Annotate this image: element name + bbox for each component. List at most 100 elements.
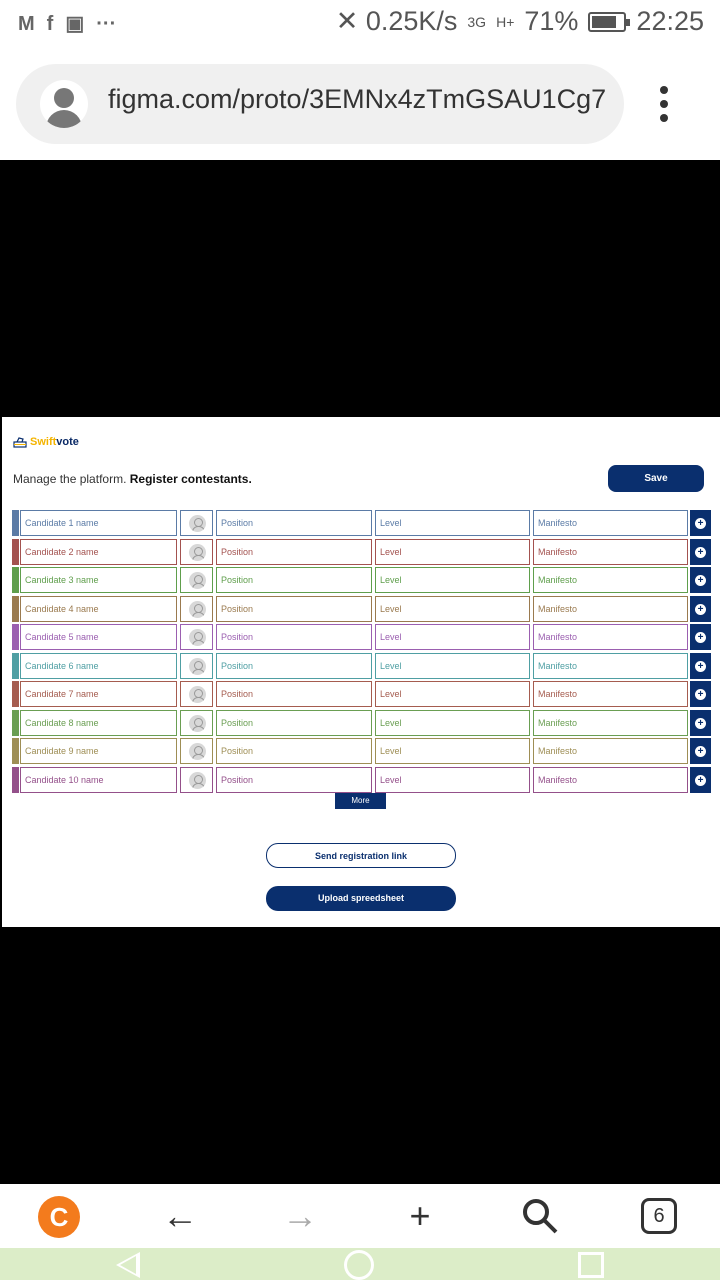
android-nav-bar [0,1248,720,1280]
candidate-name-field[interactable]: Candidate 9 name [20,738,177,764]
candidate-photo-field[interactable] [180,595,213,622]
position-field[interactable]: Position [216,595,372,622]
level-field[interactable]: Level [375,766,530,793]
row-color-bar [12,652,19,679]
add-candidate-button[interactable]: + [690,766,711,793]
candidate-name-field[interactable]: Candidate 2 name [20,538,177,565]
avatar-icon [189,629,206,646]
position-field[interactable]: Position [216,652,372,679]
level-field[interactable]: Level [375,681,530,707]
manifesto-field[interactable]: Manifesto [533,510,688,536]
candidate-name-field[interactable]: Candidate 8 name [20,709,177,736]
position-field[interactable]: Position [216,510,372,536]
browser-logo-icon[interactable]: C [38,1196,80,1238]
level-field[interactable]: Level [375,738,530,764]
url-text[interactable]: figma.com/proto/3EMNx4zTmGSAU1Cg7 [108,84,606,115]
candidate-photo-field[interactable] [180,652,213,679]
save-button[interactable]: Save [608,465,704,492]
position-field[interactable]: Position [216,538,372,565]
brand-first: Swift [30,436,57,448]
candidate-photo-field[interactable] [180,681,213,707]
manifesto-field[interactable]: Manifesto [533,652,688,679]
add-candidate-button[interactable]: + [690,709,711,736]
plus-icon: + [695,632,706,643]
candidate-name-field[interactable]: Candidate 10 name [20,766,177,793]
address-bar[interactable]: figma.com/proto/3EMNx4zTmGSAU1Cg7 [16,64,624,144]
candidate-name-field[interactable]: Candidate 6 name [20,652,177,679]
add-candidate-button[interactable]: + [690,624,711,650]
send-registration-link-button[interactable]: Send registration link [266,843,456,868]
candidate-photo-field[interactable] [180,766,213,793]
position-field[interactable]: Position [216,624,372,650]
level-field[interactable]: Level [375,567,530,593]
row-color-bar [12,766,19,793]
browser-menu-icon[interactable] [656,86,672,130]
plus-icon: + [695,518,706,529]
manifesto-field[interactable]: Manifesto [533,681,688,707]
add-candidate-button[interactable]: + [690,538,711,565]
upload-spreadsheet-button[interactable]: Upload spreedsheet [266,886,456,911]
forward-arrow-icon[interactable]: → [278,1196,322,1236]
candidate-name-field[interactable]: Candidate 7 name [20,681,177,707]
manifesto-field[interactable]: Manifesto [533,738,688,764]
candidate-photo-field[interactable] [180,738,213,764]
browser-bottom-bar: C ← → + 6 [0,1184,720,1248]
search-icon[interactable] [518,1196,562,1236]
phone-screen: M f ▣ ··· ✕ 0.25K/s 3G H+ 71% 22:25 figm… [0,0,720,1280]
add-candidate-button[interactable]: + [690,738,711,764]
candidate-photo-field[interactable] [180,567,213,593]
new-tab-icon[interactable]: + [398,1196,442,1236]
candidate-row: Candidate 7 name Position Level Manifesto + [12,681,712,707]
gallery-icon: ▣ [65,13,85,35]
add-candidate-button[interactable]: + [690,510,711,536]
add-candidate-button[interactable]: + [690,652,711,679]
more-button[interactable]: More [335,793,386,809]
candidate-photo-field[interactable] [180,510,213,536]
candidate-photo-field[interactable] [180,624,213,650]
candidate-photo-field[interactable] [180,538,213,565]
status-bar: M f ▣ ··· ✕ 0.25K/s 3G H+ 71% 22:25 [0,0,720,50]
add-candidate-button[interactable]: + [690,595,711,622]
level-field[interactable]: Level [375,510,530,536]
swiftvote-logo: Swift vote [13,436,79,448]
level-field[interactable]: Level [375,709,530,736]
avatar-icon [189,743,206,760]
tabs-count-button[interactable]: 6 [641,1198,677,1234]
network1-label: 3G [467,13,487,30]
candidate-name-field[interactable]: Candidate 4 name [20,595,177,622]
add-candidate-button[interactable]: + [690,567,711,593]
candidate-name-field[interactable]: Candidate 3 name [20,567,177,593]
manifesto-field[interactable]: Manifesto [533,538,688,565]
manifesto-field[interactable]: Manifesto [533,567,688,593]
plus-icon: + [695,660,706,672]
level-field[interactable]: Level [375,538,530,565]
manifesto-field[interactable]: Manifesto [533,709,688,736]
level-field[interactable]: Level [375,624,530,650]
candidate-name-field[interactable]: Candidate 1 name [20,510,177,536]
position-field[interactable]: Position [216,567,372,593]
intro-text: Manage the platform. [13,472,127,486]
manifesto-field[interactable]: Manifesto [533,624,688,650]
plus-icon: + [695,717,706,729]
profile-icon[interactable] [40,80,88,128]
browser-toolbar: figma.com/proto/3EMNx4zTmGSAU1Cg7 [0,50,720,160]
level-field[interactable]: Level [375,652,530,679]
position-field[interactable]: Position [216,738,372,764]
nav-home-icon[interactable] [344,1250,374,1280]
level-field[interactable]: Level [375,595,530,622]
position-field[interactable]: Position [216,681,372,707]
candidate-photo-field[interactable] [180,709,213,736]
nav-recents-icon[interactable] [578,1252,604,1278]
more-notifications-icon: ··· [96,13,117,35]
back-arrow-icon[interactable]: ← [158,1196,202,1236]
position-field[interactable]: Position [216,766,372,793]
plus-icon: + [695,689,706,700]
clock: 22:25 [636,6,704,36]
position-field[interactable]: Position [216,709,372,736]
manifesto-field[interactable]: Manifesto [533,766,688,793]
brand-second: vote [56,436,79,448]
plus-icon: + [695,774,706,786]
manifesto-field[interactable]: Manifesto [533,595,688,622]
candidate-name-field[interactable]: Candidate 5 name [20,624,177,650]
add-candidate-button[interactable]: + [690,681,711,707]
